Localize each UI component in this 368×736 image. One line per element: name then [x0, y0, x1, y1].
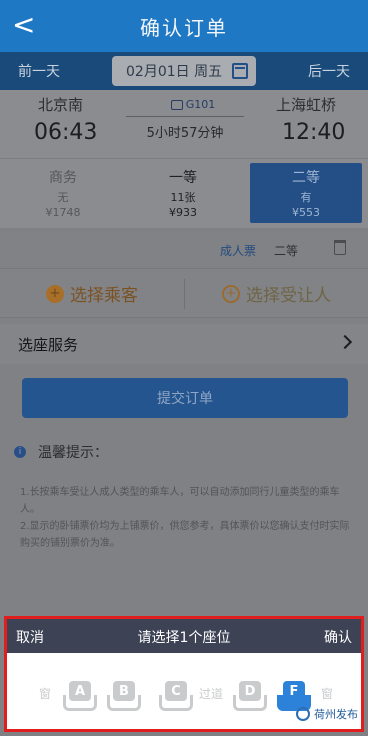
tip-text: 1.长按乘车受让人成人类型的乘车人，可以自动添加同行儿童类型的乘车人。	[20, 487, 340, 515]
seat-d-button[interactable]: D	[233, 681, 267, 711]
wechat-logo-icon	[296, 707, 310, 721]
seat-class-price: ¥1748	[45, 206, 81, 219]
plus-icon: +	[222, 284, 240, 303]
seat-class-selector: 商务 无 ¥1748 一等 11张 ¥933 二等 有 ¥553	[0, 158, 368, 228]
seat-class-first[interactable]: 一等 11张 ¥933	[128, 163, 238, 223]
app-header: < 确认订单	[0, 0, 368, 52]
seat-class-availability: 无	[57, 191, 69, 204]
select-beneficiary-button[interactable]: + 选择受让人	[222, 281, 331, 306]
select-passenger-label: 选择乘客	[70, 286, 138, 306]
seat-class-name: 二等	[292, 170, 320, 186]
seat-base	[159, 695, 193, 711]
tips-heading: i 温馨提示：	[14, 442, 108, 462]
train-info: 北京南 06:43 G101 5小时57分钟 上海虹桥 12:40	[0, 90, 368, 158]
calendar-icon	[232, 63, 248, 79]
window-label-right: 窗	[321, 687, 334, 701]
next-day-button[interactable]: 后一天	[308, 61, 350, 81]
seat-class-availability: 有	[300, 191, 312, 204]
route-line	[126, 116, 244, 117]
select-passenger-button[interactable]: + 选择乘客	[46, 281, 138, 306]
submit-order-button[interactable]: 提交订单	[22, 378, 348, 418]
seat-picker-title: 请选择1个座位	[137, 630, 231, 646]
to-station: 上海虹桥	[276, 96, 337, 114]
seat-class-availability: 11张	[170, 191, 196, 204]
seat-base	[233, 695, 267, 711]
from-station: 北京南	[38, 96, 84, 114]
chevron-right-icon	[337, 334, 353, 350]
watermark: 荷州发布	[296, 706, 358, 722]
aisle-label: 过道	[199, 687, 224, 701]
plus-icon: +	[46, 284, 64, 303]
train-number[interactable]: G101	[148, 98, 238, 111]
seat-class-name: 商务	[49, 170, 77, 186]
divider	[184, 279, 185, 309]
seat-base	[107, 695, 141, 711]
seat-class-price: ¥933	[169, 206, 197, 219]
ticket-type[interactable]: 成人票	[220, 242, 256, 259]
pick-row: + 选择乘客 + 选择受让人	[0, 268, 368, 318]
seat-class-price: ¥553	[292, 206, 320, 219]
seat-b-button[interactable]: B	[107, 681, 141, 711]
date-selector[interactable]: 02月01日 周五	[112, 56, 256, 86]
date-text: 02月01日 周五	[126, 64, 223, 80]
depart-time: 06:43	[34, 120, 98, 145]
select-beneficiary-label: 选择受让人	[246, 286, 331, 306]
info-icon: i	[14, 446, 26, 458]
train-number-label: G101	[185, 98, 216, 111]
seat-service-label: 选座服务	[18, 336, 79, 354]
confirm-button[interactable]: 确认	[324, 627, 352, 647]
ticket-row: 成人票 二等	[0, 232, 368, 266]
seat-base	[63, 695, 97, 711]
watermark-text: 荷州发布	[314, 708, 358, 721]
tips-title: 温馨提示：	[38, 445, 108, 461]
page-title: 确认订单	[140, 15, 228, 40]
prev-day-button[interactable]: 前一天	[18, 61, 60, 81]
date-bar: 前一天 02月01日 周五 后一天	[0, 52, 368, 90]
seat-class-second[interactable]: 二等 有 ¥553	[250, 163, 362, 223]
seat-class-name: 一等	[169, 170, 197, 186]
trip-duration: 5小时57分钟	[146, 126, 224, 141]
train-icon	[170, 100, 183, 110]
arrive-time: 12:40	[282, 120, 346, 145]
trash-icon[interactable]	[334, 240, 346, 255]
seat-c-button[interactable]: C	[159, 681, 193, 711]
seat-class-business[interactable]: 商务 无 ¥1748	[8, 163, 118, 223]
back-arrow-icon[interactable]: <	[12, 8, 35, 42]
window-label-left: 窗	[39, 687, 52, 701]
seat-a-button[interactable]: A	[63, 681, 97, 711]
seat-service-row[interactable]: 选座服务	[0, 324, 368, 364]
tip-text: 2.显示的卧铺票价均为上铺票价，供您参考，具体票价以您确认支付时实际购买的铺别票…	[20, 521, 350, 549]
seat-picker-header: 取消 请选择1个座位 确认	[7, 619, 361, 653]
ticket-class: 二等	[274, 244, 299, 258]
